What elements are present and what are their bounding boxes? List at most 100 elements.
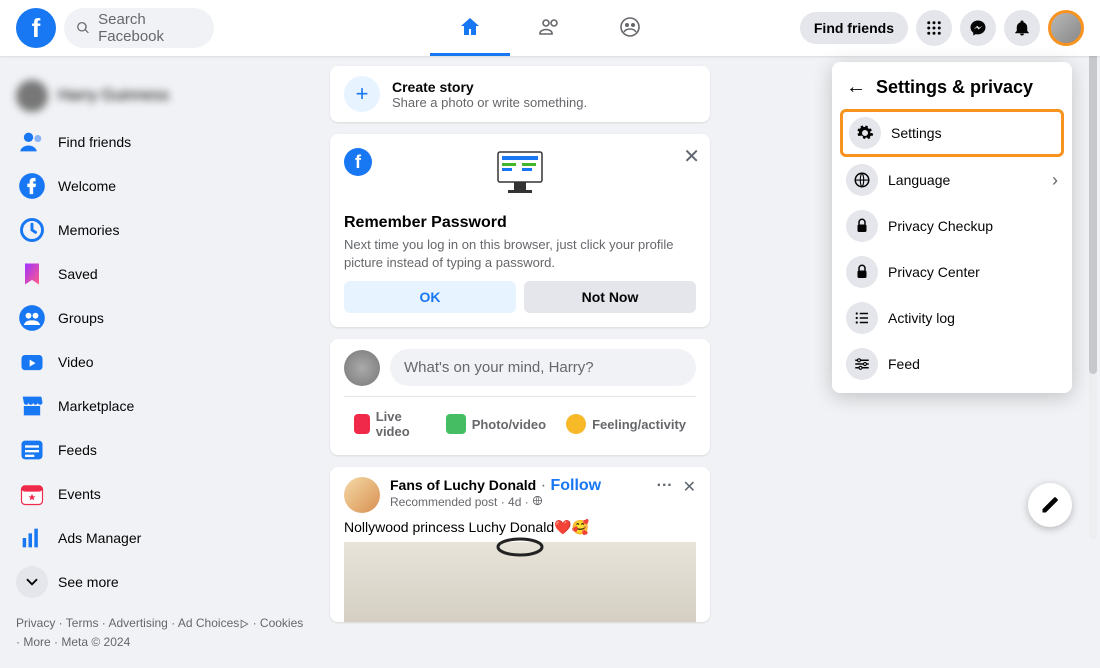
nav-home[interactable] — [430, 0, 510, 56]
search-icon — [76, 20, 90, 36]
dropdown-item-feed[interactable]: Feed — [832, 341, 1072, 387]
feeling-activity-action[interactable]: Feeling/activity — [556, 403, 696, 445]
sliders-icon — [846, 348, 878, 380]
facebook-icon: f — [344, 148, 372, 176]
scrollbar-thumb[interactable] — [1089, 14, 1097, 374]
sidebar-item-events[interactable]: Events — [8, 472, 312, 516]
compose-fab[interactable] — [1028, 483, 1072, 527]
remember-password-card: ✕ f Remember Password Next time you log … — [330, 134, 710, 327]
dropdown-item-activity-log[interactable]: Activity log — [832, 295, 1072, 341]
sidebar-item-label: Find friends — [58, 134, 131, 150]
footer-meta: Meta © 2024 — [61, 635, 130, 649]
feed-post: Fans of Luchy Donald · Follow Recommende… — [330, 467, 710, 622]
globe-icon — [846, 164, 878, 196]
footer-links: Privacy · Terms · Advertising · Ad Choic… — [8, 604, 312, 652]
sidebar-item-marketplace[interactable]: Marketplace — [8, 384, 312, 428]
sidebar-item-find-friends[interactable]: Find friends — [8, 120, 312, 164]
footer-ad-choices[interactable]: Ad Choices — [178, 616, 239, 630]
create-story-card[interactable]: + Create story Share a photo or write so… — [330, 66, 710, 122]
menu-grid-button[interactable] — [916, 10, 952, 46]
profile-name: Harry Guinness — [58, 87, 169, 105]
sidebar-item-saved[interactable]: Saved — [8, 252, 312, 296]
find-friends-button[interactable]: Find friends — [800, 12, 908, 44]
close-icon[interactable]: ✕ — [683, 144, 700, 169]
bell-icon — [1013, 19, 1031, 37]
nav-friends[interactable] — [510, 0, 590, 56]
dropdown-title: Settings & privacy — [876, 77, 1033, 98]
footer-cookies[interactable]: Cookies — [260, 616, 303, 630]
composer-input[interactable]: What's on your mind, Harry? — [390, 349, 696, 386]
post-more-icon[interactable]: ··· — [657, 477, 673, 497]
ads-manager-icon — [16, 522, 48, 554]
ok-button[interactable]: OK — [344, 281, 516, 313]
sidebar-item-label: Feeds — [58, 442, 97, 458]
events-icon — [16, 478, 48, 510]
computer-illustration-icon — [490, 148, 550, 203]
footer-more[interactable]: More — [23, 635, 50, 649]
dropdown-item-label: Privacy Checkup — [888, 218, 993, 234]
bookmark-icon — [16, 258, 48, 290]
scrollbar[interactable] — [1086, 14, 1100, 539]
live-video-label: Live video — [376, 409, 426, 439]
dropdown-item-label: Settings — [891, 125, 942, 141]
settings-privacy-dropdown: ← Settings & privacy Settings Language ›… — [832, 62, 1072, 393]
sidebar-item-label: Marketplace — [58, 398, 134, 414]
notifications-button[interactable] — [1004, 10, 1040, 46]
dropdown-item-settings[interactable]: Settings — [840, 109, 1064, 157]
dropdown-item-label: Activity log — [888, 310, 955, 326]
account-avatar-button[interactable] — [1048, 10, 1084, 46]
not-now-button[interactable]: Not Now — [524, 281, 696, 313]
post-follow-link[interactable]: Follow — [550, 477, 601, 494]
feeling-icon — [566, 414, 586, 434]
sidebar-item-label: Events — [58, 486, 101, 502]
sidebar-item-feeds[interactable]: Feeds — [8, 428, 312, 472]
dropdown-item-label: Feed — [888, 356, 920, 372]
center-nav — [430, 0, 670, 56]
messenger-button[interactable] — [960, 10, 996, 46]
dropdown-item-language[interactable]: Language › — [832, 157, 1072, 203]
nav-groups[interactable] — [590, 0, 670, 56]
facebook-logo[interactable]: f — [16, 8, 56, 48]
ad-choices-icon — [239, 619, 249, 629]
post-page-name[interactable]: Fans of Luchy Donald — [390, 477, 536, 493]
feed-column: + Create story Share a photo or write so… — [330, 66, 710, 668]
dropdown-item-label: Language — [888, 172, 950, 188]
dropdown-item-privacy-center[interactable]: Privacy Center — [832, 249, 1072, 295]
sidebar-item-memories[interactable]: Memories — [8, 208, 312, 252]
dropdown-item-privacy-checkup[interactable]: Privacy Checkup — [832, 203, 1072, 249]
sidebar-item-label: Welcome — [58, 178, 116, 194]
messenger-icon — [969, 19, 987, 37]
footer-advertising[interactable]: Advertising — [108, 616, 167, 630]
sidebar-item-label: Groups — [58, 310, 104, 326]
post-close-icon[interactable]: ✕ — [683, 477, 696, 497]
grid-icon — [925, 19, 943, 37]
footer-terms[interactable]: Terms — [66, 616, 99, 630]
sidebar-item-groups[interactable]: Groups — [8, 296, 312, 340]
composer-avatar[interactable] — [344, 350, 380, 386]
facebook-icon — [16, 170, 48, 202]
sidebar-item-label: Saved — [58, 266, 98, 282]
groups-icon — [618, 15, 642, 39]
post-page-avatar[interactable] — [344, 477, 380, 513]
sidebar-see-more[interactable]: See more — [8, 560, 312, 604]
friends-icon — [538, 15, 562, 39]
gear-icon — [849, 117, 881, 149]
home-icon — [458, 15, 482, 39]
friends-icon — [16, 126, 48, 158]
groups-icon — [16, 302, 48, 334]
post-image[interactable] — [344, 542, 696, 622]
sidebar-profile-row[interactable]: Harry Guinness — [8, 72, 312, 120]
sidebar-item-welcome[interactable]: Welcome — [8, 164, 312, 208]
remember-password-title: Remember Password — [344, 214, 696, 232]
marketplace-icon — [16, 390, 48, 422]
plus-icon: + — [344, 76, 380, 112]
live-video-action[interactable]: Live video — [344, 403, 436, 445]
sidebar-item-video[interactable]: Video — [8, 340, 312, 384]
profile-avatar-icon — [16, 80, 48, 112]
sidebar-item-ads-manager[interactable]: Ads Manager — [8, 516, 312, 560]
footer-privacy[interactable]: Privacy — [16, 616, 55, 630]
back-arrow-icon[interactable]: ← — [846, 76, 866, 99]
photo-video-action[interactable]: Photo/video — [436, 403, 556, 445]
search-input[interactable]: Search Facebook — [64, 8, 214, 48]
header-right-controls: Find friends — [800, 10, 1084, 46]
